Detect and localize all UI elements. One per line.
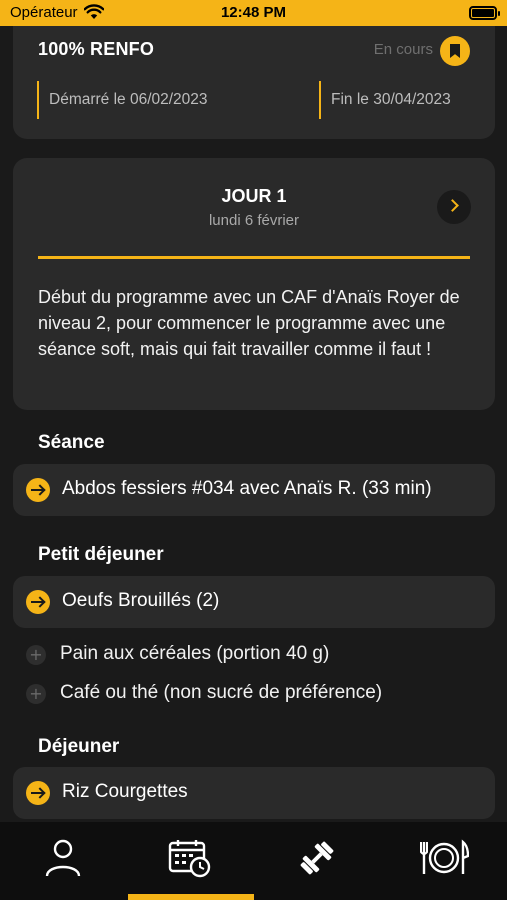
- session-item[interactable]: Abdos fessiers #034 avec Anaïs R. (33 mi…: [13, 464, 495, 516]
- plus-icon: +: [26, 684, 46, 704]
- chevron-right-icon: [446, 199, 459, 212]
- program-card[interactable]: 100% RENFO En cours Démarré le 06/02/202…: [13, 26, 495, 139]
- program-end-date: Fin le 30/04/2023: [319, 81, 451, 119]
- day-description: Début du programme avec un CAF d'Anaïs R…: [38, 287, 460, 359]
- program-start-date: Démarré le 06/02/2023: [37, 81, 208, 119]
- active-tab-indicator: [128, 894, 254, 900]
- program-title: 100% RENFO: [38, 39, 155, 59]
- day-title: JOUR 1: [221, 186, 287, 206]
- dumbbell-icon: [300, 841, 334, 875]
- arrow-right-icon: [26, 478, 50, 502]
- content-scroll[interactable]: 100% RENFO En cours Démarré le 06/02/202…: [0, 26, 507, 822]
- breakfast-extra-label: Café ou thé (non sucré de préférence): [60, 682, 383, 703]
- section-title-lunch: Déjeuner: [38, 736, 120, 757]
- day-date: lundi 6 février: [208, 212, 300, 229]
- bookmark-icon: [450, 44, 460, 58]
- bookmark-button[interactable]: [440, 36, 470, 66]
- session-item-label: Abdos fessiers #034 avec Anaïs R. (33 mi…: [62, 478, 432, 499]
- day-card: JOUR 1 lundi 6 février Début du programm…: [13, 158, 495, 410]
- profile-icon: [46, 839, 81, 877]
- breakfast-item-label: Oeufs Brouillés (2): [62, 590, 220, 611]
- lunch-item[interactable]: Riz Courgettes: [13, 767, 495, 819]
- clock: 12:48 PM: [220, 4, 287, 21]
- plate-cutlery-icon: [419, 839, 469, 874]
- breakfast-item[interactable]: Oeufs Brouillés (2): [13, 576, 495, 628]
- arrow-right-icon: [26, 781, 50, 805]
- section-title-breakfast: Petit déjeuner: [38, 544, 164, 565]
- battery-icon: [469, 6, 500, 20]
- tab-workouts[interactable]: [254, 822, 381, 900]
- tab-nutrition[interactable]: [380, 822, 507, 900]
- next-day-button[interactable]: [437, 190, 471, 224]
- status-bar: Opérateur 12:48 PM: [0, 0, 507, 26]
- tab-profile[interactable]: [0, 822, 127, 900]
- divider: [38, 256, 470, 259]
- lunch-item-label: Riz Courgettes: [62, 781, 188, 802]
- tab-bar: [0, 822, 507, 900]
- calendar-clock-icon: [168, 840, 211, 878]
- program-status: En cours: [373, 41, 433, 58]
- breakfast-extra-label: Pain aux céréales (portion 40 g): [60, 643, 330, 664]
- tab-planning[interactable]: [127, 822, 254, 900]
- arrow-right-icon: [26, 590, 50, 614]
- plus-icon: +: [26, 645, 46, 665]
- section-title-session: Séance: [38, 432, 105, 453]
